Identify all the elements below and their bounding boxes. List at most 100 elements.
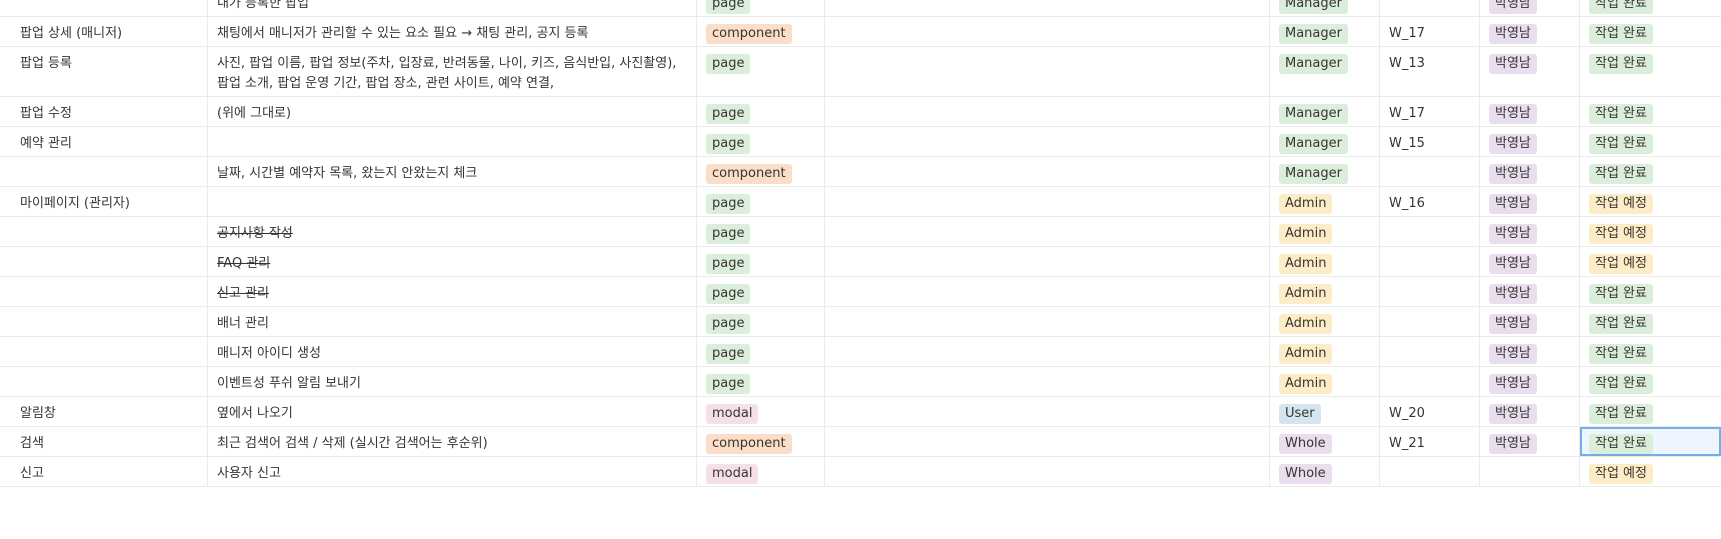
table-row[interactable]: 팝업 수정 (위에 그대로) page Manager W_17 박영남 작업 완료 — [0, 97, 1721, 127]
table-row[interactable]: 신고 사용자 신고 modal Whole 작업 예정 — [0, 457, 1721, 487]
task-role-cell[interactable]: Admin — [1270, 217, 1380, 246]
task-description-cell[interactable]: 배너 관리 — [207, 307, 697, 336]
task-note-cell[interactable] — [825, 307, 1270, 336]
task-type-cell[interactable]: page — [697, 247, 825, 276]
task-week-cell[interactable]: W_20 — [1380, 397, 1480, 426]
task-type-cell[interactable]: page — [697, 337, 825, 366]
task-week-cell[interactable] — [1380, 367, 1480, 396]
table-row[interactable]: 날짜, 시간별 예약자 목록, 왔는지 안왔는지 체크 component Mana… — [0, 157, 1721, 187]
task-type-cell[interactable]: page — [697, 307, 825, 336]
task-name-cell[interactable] — [10, 217, 207, 246]
task-description-cell[interactable]: 최근 검색어 검색 / 삭제 (실시간 검색어는 후순위) — [207, 427, 697, 456]
task-week-cell[interactable]: W_17 — [1380, 97, 1480, 126]
task-note-cell[interactable] — [825, 367, 1270, 396]
task-note-cell[interactable] — [825, 127, 1270, 156]
task-owner-cell[interactable]: 박영남 — [1480, 427, 1580, 456]
task-role-cell[interactable]: Admin — [1270, 277, 1380, 306]
task-role-cell[interactable]: Admin — [1270, 367, 1380, 396]
task-status-cell[interactable]: 작업 예정 — [1580, 217, 1721, 246]
task-name-cell[interactable] — [10, 247, 207, 276]
task-status-cell[interactable]: 작업 완료 — [1580, 0, 1721, 16]
task-note-cell[interactable] — [825, 427, 1270, 456]
task-description-cell[interactable]: 매니저 아이디 생성 — [207, 337, 697, 366]
task-role-cell[interactable]: Whole — [1270, 457, 1380, 486]
task-role-cell[interactable]: Admin — [1270, 187, 1380, 216]
task-type-cell[interactable]: page — [697, 47, 825, 96]
task-owner-cell[interactable]: 박영남 — [1480, 187, 1580, 216]
task-owner-cell[interactable]: 박영남 — [1480, 217, 1580, 246]
task-type-cell[interactable]: page — [697, 277, 825, 306]
task-owner-cell[interactable]: 박영남 — [1480, 367, 1580, 396]
task-description-cell[interactable]: 공지사항 작성 — [207, 217, 697, 246]
task-owner-cell[interactable]: 박영남 — [1480, 47, 1580, 96]
task-status-cell[interactable]: 작업 완료 — [1580, 17, 1721, 46]
task-week-cell[interactable] — [1380, 457, 1480, 486]
task-description-cell[interactable]: 사용자 신고 — [207, 457, 697, 486]
task-status-cell[interactable]: 작업 완료 — [1580, 97, 1721, 126]
table-row[interactable]: 신고 관리 page Admin 박영남 작업 완료 — [0, 277, 1721, 307]
task-role-cell[interactable]: User — [1270, 397, 1380, 426]
task-note-cell[interactable] — [825, 0, 1270, 16]
task-description-cell[interactable]: 사진, 팝업 이름, 팝업 정보(주차, 입장료, 반려동물, 나이, 키즈, … — [207, 47, 697, 96]
task-week-cell[interactable] — [1380, 247, 1480, 276]
task-owner-cell[interactable]: 박영남 — [1480, 277, 1580, 306]
task-role-cell[interactable]: Admin — [1270, 307, 1380, 336]
task-role-cell[interactable]: Manager — [1270, 0, 1380, 16]
task-role-cell[interactable]: Manager — [1270, 127, 1380, 156]
task-name-cell[interactable] — [10, 337, 207, 366]
task-name-cell[interactable]: 예약 관리 — [10, 127, 207, 156]
task-status-cell[interactable]: 작업 완료 — [1580, 127, 1721, 156]
task-week-cell[interactable]: W_21 — [1380, 427, 1480, 456]
task-name-cell[interactable]: 검색 — [10, 427, 207, 456]
task-note-cell[interactable] — [825, 337, 1270, 366]
task-week-cell[interactable]: W_17 — [1380, 17, 1480, 46]
task-week-cell[interactable] — [1380, 157, 1480, 186]
task-owner-cell[interactable]: 박영남 — [1480, 337, 1580, 366]
table-row[interactable]: 마이페이지 (관리자) page Admin W_16 박영남 작업 예정 — [0, 187, 1721, 217]
task-status-cell[interactable]: 작업 예정 — [1580, 187, 1721, 216]
task-week-cell[interactable] — [1380, 0, 1480, 16]
task-status-cell[interactable]: 작업 예정 — [1580, 247, 1721, 276]
task-name-cell[interactable] — [10, 157, 207, 186]
table-row[interactable]: 공지사항 작성 page Admin 박영남 작업 예정 — [0, 217, 1721, 247]
task-description-cell[interactable]: 채팅에서 매니저가 관리할 수 있는 요소 필요 → 채팅 관리, 공지 등록 — [207, 17, 697, 46]
table-row[interactable]: 팝업 등록 사진, 팝업 이름, 팝업 정보(주차, 입장료, 반려동물, 나이,… — [0, 47, 1721, 97]
task-name-cell[interactable]: 팝업 상세 (매니저) — [10, 17, 207, 46]
task-name-cell[interactable] — [10, 367, 207, 396]
task-description-cell[interactable]: 내가 등록한 팝업 — [207, 0, 697, 16]
task-name-cell[interactable]: 신고 — [10, 457, 207, 486]
task-description-cell[interactable]: FAQ 관리 — [207, 247, 697, 276]
task-type-cell[interactable]: page — [697, 217, 825, 246]
task-note-cell[interactable] — [825, 157, 1270, 186]
table-row[interactable]: FAQ 관리 page Admin 박영남 작업 예정 — [0, 247, 1721, 277]
task-week-cell[interactable] — [1380, 217, 1480, 246]
table-row[interactable]: 매니저 아이디 생성 page Admin 박영남 작업 완료 — [0, 337, 1721, 367]
task-note-cell[interactable] — [825, 17, 1270, 46]
task-description-cell[interactable]: 신고 관리 — [207, 277, 697, 306]
task-week-cell[interactable] — [1380, 337, 1480, 366]
task-name-cell[interactable]: 알림창 — [10, 397, 207, 426]
task-status-cell[interactable]: 작업 완료 — [1580, 397, 1721, 426]
table-row[interactable]: 검색 최근 검색어 검색 / 삭제 (실시간 검색어는 후순위) component… — [0, 427, 1721, 457]
task-role-cell[interactable]: Admin — [1270, 247, 1380, 276]
task-owner-cell[interactable]: 박영남 — [1480, 397, 1580, 426]
task-owner-cell[interactable]: 박영남 — [1480, 127, 1580, 156]
task-type-cell[interactable]: component — [697, 427, 825, 456]
task-owner-cell[interactable]: 박영남 — [1480, 247, 1580, 276]
task-description-cell[interactable]: (위에 그대로) — [207, 97, 697, 126]
task-type-cell[interactable]: component — [697, 17, 825, 46]
task-owner-cell[interactable]: 박영남 — [1480, 97, 1580, 126]
table-row[interactable]: 예약 관리 page Manager W_15 박영남 작업 완료 — [0, 127, 1721, 157]
task-name-cell[interactable]: 마이페이지 (관리자) — [10, 187, 207, 216]
task-note-cell[interactable] — [825, 457, 1270, 486]
table-row[interactable]: 이벤트성 푸쉬 알림 보내기 page Admin 박영남 작업 완료 — [0, 367, 1721, 397]
task-role-cell[interactable]: Manager — [1270, 157, 1380, 186]
task-type-cell[interactable]: page — [697, 187, 825, 216]
task-role-cell[interactable]: Whole — [1270, 427, 1380, 456]
table-row[interactable]: 배너 관리 page Admin 박영남 작업 완료 — [0, 307, 1721, 337]
task-owner-cell[interactable]: 박영남 — [1480, 17, 1580, 46]
task-note-cell[interactable] — [825, 277, 1270, 306]
task-note-cell[interactable] — [825, 397, 1270, 426]
task-status-cell[interactable]: 작업 예정 — [1580, 457, 1721, 486]
task-note-cell[interactable] — [825, 187, 1270, 216]
